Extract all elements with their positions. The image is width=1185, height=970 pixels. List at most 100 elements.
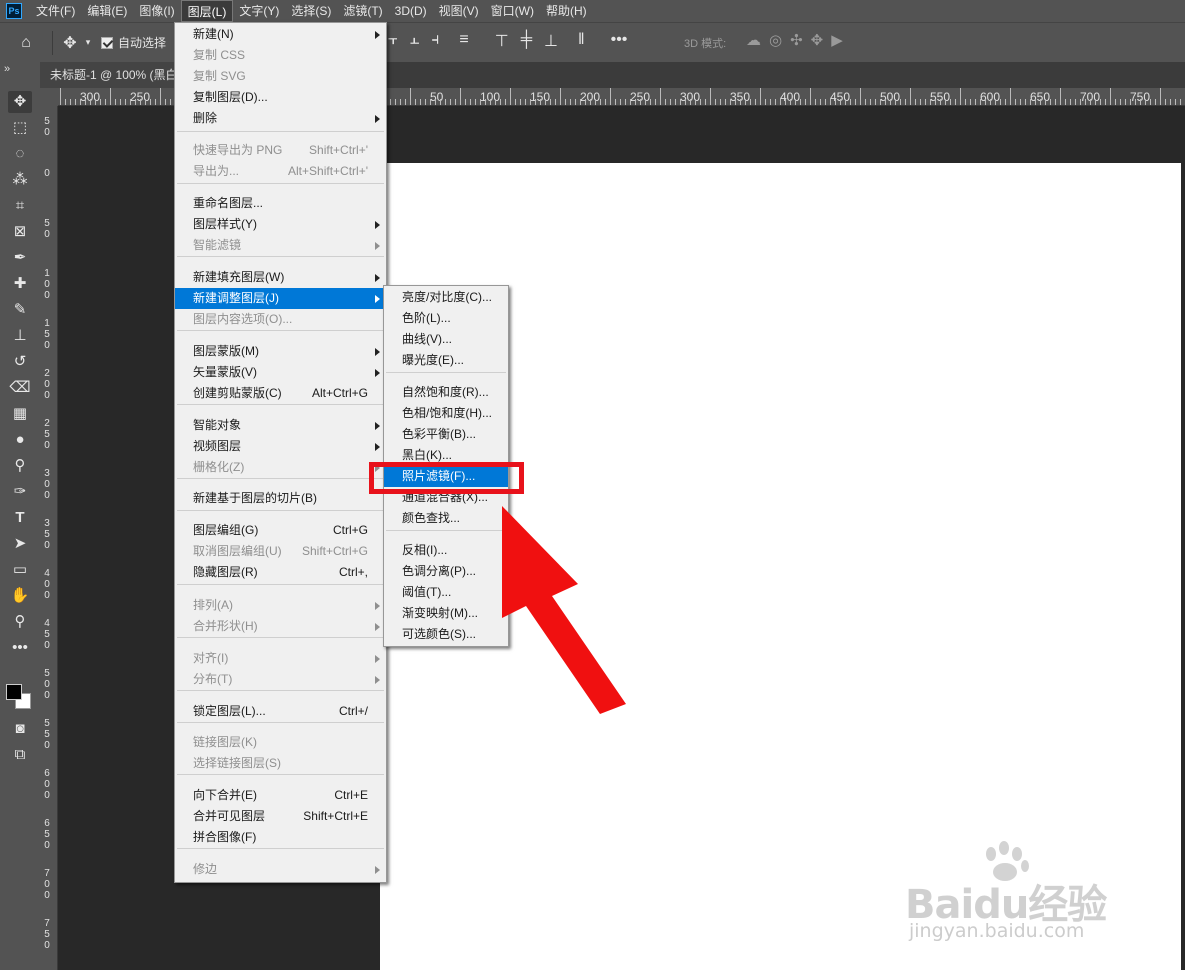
pen-tool-icon[interactable]: ✑	[8, 481, 32, 503]
more-tools-icon[interactable]: •••	[8, 637, 32, 659]
layer-menu-item[interactable]: 锁定图层(L)... Ctrl+/	[175, 701, 386, 722]
adjustment-menu-item[interactable]: 色阶(L)...	[384, 308, 508, 329]
chevron-down-icon[interactable]: ▾	[81, 37, 95, 48]
menu-select[interactable]: 选择(S)	[285, 0, 337, 22]
layer-menu-item[interactable]: 取消图层编组(U) Shift+Ctrl+G	[175, 541, 386, 562]
align-left-icon[interactable]: ⫟	[388, 31, 398, 51]
align-top-icon[interactable]: ⊤	[495, 31, 509, 51]
screen-mode-icon[interactable]: ⧉	[8, 744, 32, 766]
menu-filter[interactable]: 滤镜(T)	[337, 0, 388, 22]
home-icon[interactable]: ⌂	[6, 34, 46, 52]
lasso-tool-icon[interactable]: ◌	[8, 143, 32, 165]
dodge-tool-icon[interactable]: ⚲	[8, 455, 32, 477]
healing-brush-icon[interactable]: ✚	[8, 273, 32, 295]
layer-menu-item[interactable]: 分布(T)	[175, 669, 386, 690]
brush-tool-icon[interactable]: ✎	[8, 299, 32, 321]
layer-menu-item[interactable]: 新建调整图层(J)	[175, 288, 386, 309]
blur-tool-icon[interactable]: ●	[8, 429, 32, 451]
align-hcenter-icon[interactable]: ⫠	[410, 31, 420, 51]
layer-menu-item[interactable]: 拼合图像(F)	[175, 827, 386, 848]
layer-menu-item[interactable]: 图层编组(G) Ctrl+G	[175, 520, 386, 541]
eyedropper-icon[interactable]: ✒	[8, 247, 32, 269]
distribute-v-icon[interactable]: ‖	[578, 31, 585, 51]
adjustment-menu-item[interactable]: 色相/饱和度(H)...	[384, 403, 508, 424]
gradient-icon[interactable]: ▦	[8, 403, 32, 425]
layer-menu-item[interactable]: 合并形状(H)	[175, 616, 386, 637]
adjustment-menu-item[interactable]: 曝光度(E)...	[384, 350, 508, 371]
layer-menu-item[interactable]: 矢量蒙版(V)	[175, 362, 386, 383]
menu-3d[interactable]: 3D(D)	[389, 0, 433, 22]
foreground-color-swatch[interactable]	[6, 684, 22, 700]
menu-edit[interactable]: 编辑(E)	[81, 0, 133, 22]
menu-help[interactable]: 帮助(H)	[540, 0, 593, 22]
3d-orbit-icon[interactable]: ☁	[746, 31, 761, 49]
menu-image[interactable]: 图像(I)	[133, 0, 180, 22]
layer-menu-item[interactable]: 导出为... Alt+Shift+Ctrl+'	[175, 161, 386, 182]
move-tool-icon[interactable]: ✥	[59, 33, 81, 53]
3d-roll-icon[interactable]: ◎	[769, 31, 782, 49]
3d-pan-icon[interactable]: ✣	[790, 31, 803, 49]
align-bottom-icon[interactable]: ⊥	[544, 31, 558, 51]
layer-menu-item[interactable]: 重命名图层...	[175, 193, 386, 214]
distribute-icon[interactable]: ≡	[459, 31, 468, 51]
layer-menu-item[interactable]: 修边	[175, 859, 386, 880]
3d-camera-icon[interactable]: ▶	[831, 31, 843, 49]
magic-wand-icon[interactable]: ⁂	[8, 169, 32, 191]
ruler-label: 2 5 0	[44, 418, 50, 451]
layer-menu-item[interactable]: 复制图层(D)...	[175, 87, 386, 108]
type-tool-icon[interactable]: T	[8, 507, 32, 529]
menu-view[interactable]: 视图(V)	[433, 0, 485, 22]
3d-slide-icon[interactable]: ✥	[811, 31, 824, 49]
layer-menu-item[interactable]: 复制 SVG	[175, 66, 386, 87]
eraser-icon[interactable]: ⌫	[8, 377, 32, 399]
menu-item-label: 黑白(K)...	[402, 448, 452, 462]
path-select-icon[interactable]: ➤	[8, 533, 32, 555]
layer-menu-item[interactable]: 智能对象	[175, 415, 386, 436]
layer-menu-item[interactable]: 新建(N)	[175, 24, 386, 45]
align-vcenter-icon[interactable]: ╪	[521, 31, 532, 51]
layer-menu-item[interactable]: 选择链接图层(S)	[175, 753, 386, 774]
layer-menu-item[interactable]: 智能滤镜	[175, 235, 386, 256]
menu-type[interactable]: 文字(Y)	[233, 0, 285, 22]
hand-tool-icon[interactable]: ✋	[8, 585, 32, 607]
layer-menu-item[interactable]: 图层样式(Y)	[175, 214, 386, 235]
more-icon[interactable]: •••	[611, 31, 628, 51]
marquee-tool-icon[interactable]: ⬚	[8, 117, 32, 139]
layer-menu-item[interactable]: 新建基于图层的切片(B)	[175, 488, 386, 509]
document-tab[interactable]: 未标题-1 @ 100% (黑白	[40, 62, 188, 88]
menu-layer[interactable]: 图层(L)	[180, 0, 234, 22]
move-tool-icon[interactable]: ✥	[8, 91, 32, 113]
layer-menu-item[interactable]: 栅格化(Z)	[175, 457, 386, 478]
layer-menu-item[interactable]: 图层蒙版(M)	[175, 341, 386, 362]
layer-menu-item[interactable]: 复制 CSS	[175, 45, 386, 66]
layer-menu-item[interactable]: 创建剪贴蒙版(C) Alt+Ctrl+G	[175, 383, 386, 404]
menu-window[interactable]: 窗口(W)	[485, 0, 540, 22]
layer-menu-item[interactable]: 链接图层(K)	[175, 732, 386, 753]
auto-select-checkbox[interactable]	[101, 36, 113, 49]
adjustment-menu-item[interactable]: 曲线(V)...	[384, 329, 508, 350]
zoom-tool-icon[interactable]: ⚲	[8, 611, 32, 633]
ruler-tick	[600, 99, 601, 105]
history-brush-icon[interactable]: ↺	[8, 351, 32, 373]
layer-menu-item[interactable]: 合并可见图层 Shift+Ctrl+E	[175, 806, 386, 827]
align-right-icon[interactable]: ⫞	[431, 31, 439, 51]
quick-mask-icon[interactable]: ◙	[8, 718, 32, 740]
layer-menu-item[interactable]: 视频图层	[175, 436, 386, 457]
layer-menu-item[interactable]: 快速导出为 PNG Shift+Ctrl+'	[175, 140, 386, 161]
panel-collapse[interactable]: »	[0, 62, 40, 88]
stamp-tool-icon[interactable]: ⊥	[8, 325, 32, 347]
layer-menu-item[interactable]: 隐藏图层(R) Ctrl+,	[175, 562, 386, 583]
layer-menu-item[interactable]: 图层内容选项(O)...	[175, 309, 386, 330]
adjustment-menu-item[interactable]: 色彩平衡(B)...	[384, 424, 508, 445]
menu-file[interactable]: 文件(F)	[30, 0, 81, 22]
adjustment-menu-item[interactable]: 亮度/对比度(C)...	[384, 287, 508, 308]
frame-tool-icon[interactable]: ⊠	[8, 221, 32, 243]
layer-menu-item[interactable]: 新建填充图层(W)	[175, 267, 386, 288]
rectangle-tool-icon[interactable]: ▭	[8, 559, 32, 581]
layer-menu-item[interactable]: 对齐(I)	[175, 648, 386, 669]
adjustment-menu-item[interactable]: 自然饱和度(R)...	[384, 382, 508, 403]
layer-menu-item[interactable]: 排列(A)	[175, 595, 386, 616]
layer-menu-item[interactable]: 向下合并(E) Ctrl+E	[175, 785, 386, 806]
layer-menu-item[interactable]: 删除	[175, 108, 386, 129]
crop-tool-icon[interactable]: ⌗	[8, 195, 32, 217]
